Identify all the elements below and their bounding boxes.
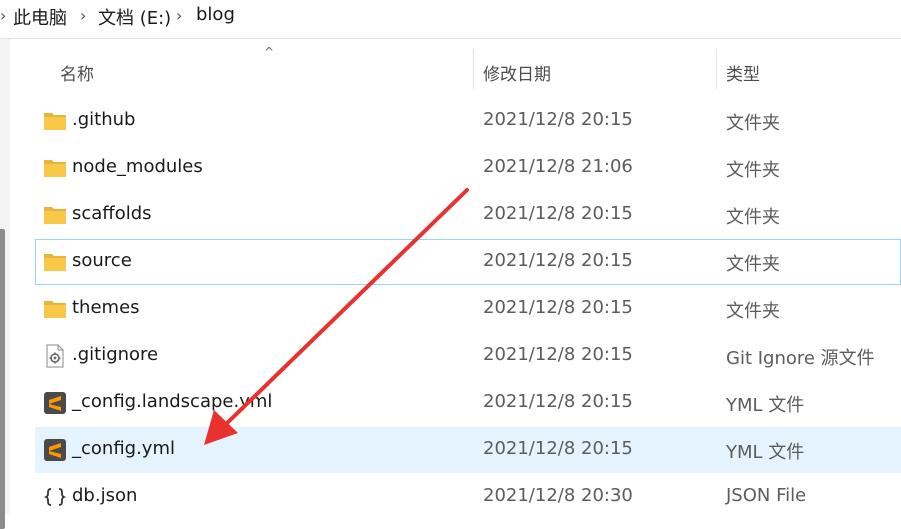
file-name: node_modules xyxy=(72,156,203,177)
file-date: 2021/12/8 20:15 xyxy=(483,391,633,412)
file-type: Git Ignore 源文件 xyxy=(726,348,875,369)
file-date: 2021/12/8 20:15 xyxy=(483,203,633,224)
breadcrumb-blog[interactable]: blog xyxy=(196,4,235,25)
address-breadcrumb[interactable]: › 此电脑 › 文档 (E:) › blog xyxy=(0,0,901,39)
file-row[interactable]: db.json 2021/12/8 20:30 JSON File xyxy=(35,474,901,520)
folder-icon xyxy=(44,254,66,271)
file-name: db.json xyxy=(72,485,138,506)
file-type: 文件夹 xyxy=(726,160,780,181)
sublime-text-icon xyxy=(44,392,66,414)
column-divider[interactable] xyxy=(716,49,717,89)
file-date: 2021/12/8 20:30 xyxy=(483,485,633,506)
file-name: themes xyxy=(72,297,140,318)
breadcrumb-separator: › xyxy=(80,6,87,25)
file-row-selected[interactable]: _config.yml 2021/12/8 20:15 YML 文件 xyxy=(35,427,901,473)
json-file-icon xyxy=(43,488,67,506)
file-row[interactable]: node_modules 2021/12/8 21:06 文件夹 xyxy=(35,145,901,191)
navigation-scrollbar[interactable] xyxy=(0,229,5,529)
file-type: YML 文件 xyxy=(726,442,805,463)
breadcrumb-this-pc[interactable]: 此电脑 xyxy=(13,4,67,30)
folder-icon xyxy=(44,207,66,224)
breadcrumb-separator: › xyxy=(0,6,7,25)
file-date: 2021/12/8 20:15 xyxy=(483,438,633,459)
file-name: .github xyxy=(72,109,136,130)
breadcrumb-documents-drive[interactable]: 文档 (E:) xyxy=(98,4,171,30)
folder-icon xyxy=(44,301,66,318)
file-row[interactable]: .github 2021/12/8 20:15 文件夹 xyxy=(35,98,901,144)
file-date: 2021/12/8 20:15 xyxy=(483,109,633,130)
folder-icon xyxy=(44,160,66,177)
file-type: 文件夹 xyxy=(726,254,780,275)
file-name: _config.yml xyxy=(72,438,175,459)
navigation-pane-edge xyxy=(0,39,10,529)
file-row[interactable]: themes 2021/12/8 20:15 文件夹 xyxy=(35,286,901,332)
column-header-type[interactable]: 类型 xyxy=(726,60,760,85)
file-type: 文件夹 xyxy=(726,113,780,134)
column-header-date[interactable]: 修改日期 xyxy=(483,60,551,85)
file-name: source xyxy=(72,250,132,271)
file-row[interactable]: .gitignore 2021/12/8 20:15 Git Ignore 源文… xyxy=(35,333,901,379)
file-date: 2021/12/8 20:15 xyxy=(483,250,633,271)
file-date: 2021/12/8 20:15 xyxy=(483,297,633,318)
file-type: YML 文件 xyxy=(726,395,805,416)
gear-file-icon xyxy=(46,344,64,368)
sublime-text-icon xyxy=(44,439,66,461)
file-date: 2021/12/8 21:06 xyxy=(483,156,633,177)
file-row-focused[interactable]: source 2021/12/8 20:15 文件夹 xyxy=(35,239,901,285)
column-divider[interactable] xyxy=(473,49,474,89)
file-name: _config.landscape.yml xyxy=(72,391,273,412)
breadcrumb-separator: › xyxy=(176,6,183,25)
column-header-name[interactable]: 名称 xyxy=(60,60,94,85)
file-row[interactable]: _config.landscape.yml 2021/12/8 20:15 YM… xyxy=(35,380,901,426)
file-row[interactable]: scaffolds 2021/12/8 20:15 文件夹 xyxy=(35,192,901,238)
file-type: 文件夹 xyxy=(726,207,780,228)
folder-icon xyxy=(44,113,66,130)
file-name: .gitignore xyxy=(72,344,159,365)
file-date: 2021/12/8 20:15 xyxy=(483,344,633,365)
column-header: ^ 名称 修改日期 类型 xyxy=(10,39,901,101)
file-type: 文件夹 xyxy=(726,301,780,322)
sort-ascending-icon: ^ xyxy=(264,45,275,59)
file-name: scaffolds xyxy=(72,203,152,224)
file-type: JSON File xyxy=(726,485,807,506)
